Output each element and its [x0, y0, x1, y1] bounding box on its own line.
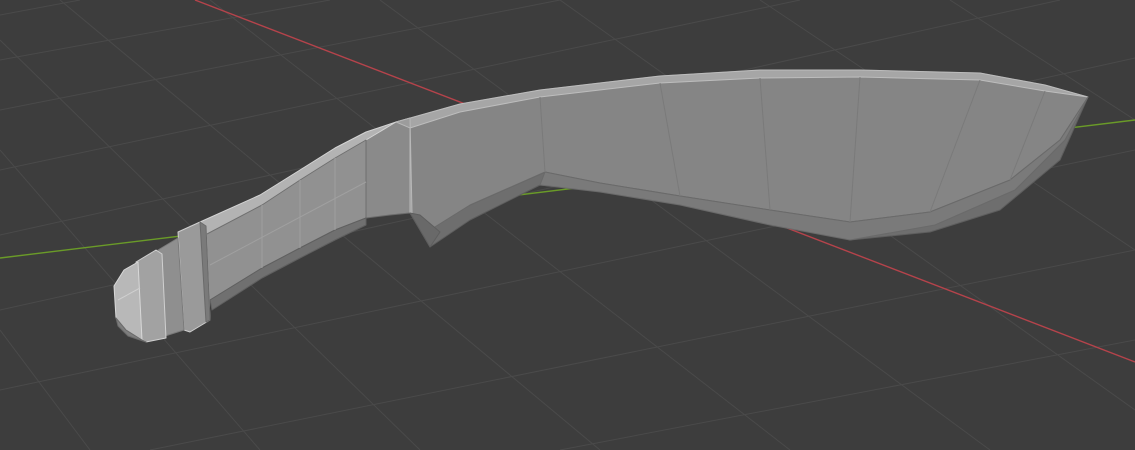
viewport-background: [0, 0, 1135, 450]
viewport-canvas[interactable]: [0, 0, 1135, 450]
3d-viewport[interactable]: [0, 0, 1135, 450]
